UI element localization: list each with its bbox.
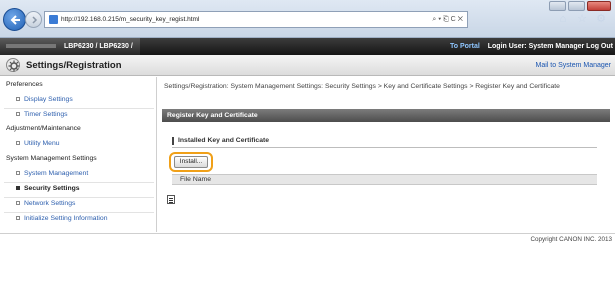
address-tools[interactable]: ⌕ ▾ ⎗ C ✕ xyxy=(432,12,463,27)
sidebar-item-initialize-setting-information[interactable]: Initialize Setting Information xyxy=(16,215,108,222)
sidebar-item-label: Initialize Setting Information xyxy=(24,215,108,222)
to-portal-link[interactable]: To Portal xyxy=(450,43,480,50)
browser-toolbar: ⌂ ☆ ⚙ xyxy=(557,13,607,25)
sidebar-item-utility-menu[interactable]: Utility Menu xyxy=(16,140,60,147)
app-header: LBP6230 / LBP6230 / To Portal Login User… xyxy=(0,38,615,55)
cog-icon xyxy=(8,60,20,72)
breadcrumb: Settings/Registration: System Management… xyxy=(164,83,560,90)
sidebar-item-label: Utility Menu xyxy=(24,140,60,147)
sidebar-item-display-settings[interactable]: Display Settings xyxy=(16,96,73,103)
favicon-icon xyxy=(49,15,58,24)
arrow-right-icon xyxy=(32,16,38,24)
forward-button[interactable] xyxy=(25,11,42,28)
minimize-button[interactable] xyxy=(549,1,566,11)
sidebar-item-label: Timer Settings xyxy=(24,111,68,118)
login-user-text: Login User: System Manager Log Out xyxy=(487,43,613,50)
window-controls xyxy=(549,1,611,11)
main-content: Settings/Registration: System Management… xyxy=(162,81,610,231)
bullet-icon xyxy=(16,141,20,146)
close-window-button[interactable] xyxy=(587,1,611,11)
sidebar-divider xyxy=(4,212,154,213)
home-icon[interactable]: ⌂ xyxy=(557,13,569,25)
back-button[interactable] xyxy=(3,8,26,31)
sidebar-item-label: Security Settings xyxy=(24,185,80,192)
address-bar[interactable]: http://192.168.0.215/m_security_key_regi… xyxy=(44,11,468,28)
bullet-icon xyxy=(16,186,20,191)
arrow-left-icon xyxy=(10,15,20,25)
sidebar-item-network-settings[interactable]: Network Settings xyxy=(16,200,75,207)
column-file-name: File Name xyxy=(180,176,211,183)
product-name: LBP6230 / LBP6230 / xyxy=(0,38,140,55)
sidebar-item-label: System Management xyxy=(24,170,89,177)
section-title: Register Key and Certificate xyxy=(162,109,610,122)
maximize-button[interactable] xyxy=(568,1,585,11)
footer-divider xyxy=(0,233,615,234)
product-label: LBP6230 / LBP6230 / xyxy=(63,43,133,50)
sidebar-group-adjustment: Adjustment/Maintenance xyxy=(6,125,81,132)
bullet-icon xyxy=(16,97,20,102)
bullet-icon xyxy=(16,171,20,176)
copyright-text: Copyright CANON INC. 2013 xyxy=(530,236,612,243)
sidebar-item-system-management[interactable]: System Management xyxy=(16,170,88,177)
mail-to-system-manager-link[interactable]: Mail to System Manager xyxy=(536,55,611,76)
canon-logo xyxy=(6,44,56,49)
sidebar-item-label: Network Settings xyxy=(24,200,76,207)
gear-icon[interactable]: ⚙ xyxy=(595,13,607,25)
sidebar-group-system-management: System Management Settings xyxy=(6,155,97,162)
settings-title-bar: Settings/Registration Mail to System Man… xyxy=(0,55,615,76)
install-button[interactable]: Install... xyxy=(174,156,208,168)
bullet-icon xyxy=(16,201,20,206)
bullet-icon xyxy=(16,112,20,117)
login-info: To Portal Login User: System Manager Log… xyxy=(450,38,613,55)
page-title: Settings/Registration xyxy=(26,60,122,71)
sidebar: Preferences Display Settings Timer Setti… xyxy=(0,77,157,232)
file-table-header: File Name xyxy=(172,174,597,185)
subheading-underline xyxy=(172,147,597,148)
address-url: http://192.168.0.215/m_security_key_regi… xyxy=(61,16,200,23)
settings-gear-icon xyxy=(6,58,20,72)
subheading-installed-key: Installed Key and Certificate xyxy=(172,137,269,145)
browser-chrome: http://192.168.0.215/m_security_key_regi… xyxy=(0,0,615,38)
bullet-icon xyxy=(16,216,20,221)
install-button-highlight: Install... xyxy=(169,152,213,172)
sidebar-item-label: Display Settings xyxy=(24,96,73,103)
sidebar-group-preferences: Preferences xyxy=(6,81,43,88)
sidebar-item-timer-settings[interactable]: Timer Settings xyxy=(16,111,68,118)
list-icon[interactable] xyxy=(167,195,175,204)
star-icon[interactable]: ☆ xyxy=(576,13,588,25)
sidebar-divider xyxy=(4,182,154,183)
sidebar-divider xyxy=(4,108,154,109)
sidebar-divider xyxy=(4,197,154,198)
sidebar-item-security-settings[interactable]: Security Settings xyxy=(16,185,80,192)
